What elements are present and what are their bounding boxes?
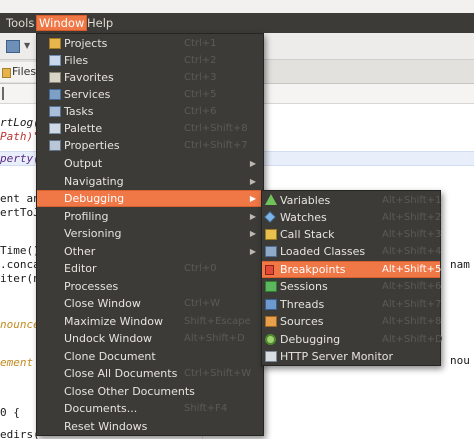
code-line: ement [0, 356, 34, 369]
code-line: iter(n [0, 272, 40, 285]
menu-item-sessions[interactable]: Sessions Alt+Shift+6 [262, 278, 441, 295]
menu-item-undock-window[interactable]: Undock Window Alt+Shift+D [37, 330, 263, 347]
window-menu: Projects Ctrl+1 Files Ctrl+2 Favorites Ctrl… [36, 33, 264, 436]
submenu-arrow-icon: ▶ [249, 247, 256, 256]
tab-files[interactable]: Files [0, 62, 40, 82]
menu-item-tasks[interactable]: Tasks Ctrl+6 [37, 103, 263, 120]
menu-item-output[interactable]: Output ▶ [37, 155, 263, 172]
submenu-arrow-icon: ▶ [249, 212, 256, 221]
menu-item-profiling[interactable]: Profiling ▶ [37, 208, 263, 225]
menu-item-properties[interactable]: Properties Ctrl+Shift+7 [37, 137, 263, 154]
menu-item-debugging[interactable]: Debugging ▶ [37, 190, 263, 207]
variables-icon [265, 194, 277, 205]
menu-item-loaded-classes[interactable]: Loaded Classes Alt+Shift+4 [262, 243, 441, 260]
menu-tools[interactable]: Tools [4, 15, 36, 31]
code-line: Time() [0, 244, 40, 257]
code-line: Path)" [0, 130, 40, 143]
services-icon [49, 89, 61, 100]
menu-item-processes[interactable]: Processes [37, 278, 263, 295]
code-line: perty( [0, 152, 40, 165]
toolbar-dropdown-icon[interactable]: ▼ [24, 41, 30, 50]
menu-item-versioning[interactable]: Versioning ▶ [37, 225, 263, 242]
menu-help[interactable]: Help [85, 15, 115, 31]
projects-icon [49, 38, 61, 49]
menu-item-palette[interactable]: Palette Ctrl+Shift+8 [37, 120, 263, 137]
favorites-icon [49, 72, 61, 83]
menu-item-close-other-documents[interactable]: Close Other Documents [37, 383, 263, 400]
threads-icon [265, 299, 277, 310]
editor-toolbar-grip-icon [2, 87, 4, 100]
code-line: ertToJ [0, 206, 40, 219]
menu-item-http-server-monitor[interactable]: HTTP Server Monitor [262, 348, 440, 365]
menu-item-documents[interactable]: Documents... Shift+F4 [37, 400, 263, 417]
tasks-icon [49, 106, 61, 117]
debugging-submenu: Variables Alt+Shift+1 Watches Alt+Shift+2 … [261, 190, 443, 366]
code-line-right: nou [450, 354, 470, 367]
menu-item-close-all-documents[interactable]: Close All Documents Ctrl+Shift+W [37, 365, 263, 382]
code-line: ent an [0, 192, 40, 205]
sessions-icon [265, 281, 277, 292]
watches-icon [264, 211, 276, 223]
menu-item-maximize-window[interactable]: Maximize Window Shift+Escape [37, 313, 263, 330]
menu-item-call-stack[interactable]: Call Stack Alt+Shift+3 [262, 226, 441, 243]
menu-item-navigating[interactable]: Navigating ▶ [37, 173, 263, 190]
menu-item-files[interactable]: Files Ctrl+2 [37, 52, 263, 69]
top-strip [0, 0, 474, 13]
menu-item-close-window[interactable]: Close Window Ctrl+W [37, 295, 263, 312]
palette-icon [49, 123, 61, 134]
menu-item-editor[interactable]: Editor Ctrl+0 [37, 260, 263, 277]
files-icon [49, 55, 61, 66]
submenu-arrow-icon: ▶ [249, 194, 256, 203]
menu-item-watches[interactable]: Watches Alt+Shift+2 [262, 209, 441, 226]
menu-window[interactable]: Window [36, 15, 88, 31]
sources-icon [265, 316, 277, 327]
menu-item-breakpoints[interactable]: Breakpoints Alt+Shift+5 [262, 261, 441, 278]
menu-item-variables[interactable]: Variables Alt+Shift+1 [262, 192, 441, 209]
debugging-icon [265, 334, 276, 345]
menu-item-services[interactable]: Services Ctrl+5 [37, 86, 263, 103]
menu-item-debugging-window[interactable]: Debugging Alt+Shift+D [262, 331, 443, 348]
menu-item-projects[interactable]: Projects Ctrl+1 [37, 35, 263, 52]
submenu-arrow-icon: ▶ [249, 229, 256, 238]
menu-bar: Tools Window Help [0, 13, 474, 33]
menu-item-favorites[interactable]: Favorites Ctrl+3 [37, 69, 263, 86]
http-server-monitor-icon [265, 351, 277, 362]
menu-item-other[interactable]: Other ▶ [37, 243, 263, 260]
submenu-arrow-icon: ▶ [249, 159, 256, 168]
toolbar-project-icon[interactable] [6, 40, 20, 53]
code-line: 0 { [0, 406, 20, 419]
loaded-classes-icon [265, 246, 277, 257]
call-stack-icon [265, 229, 277, 240]
menu-item-reset-windows[interactable]: Reset Windows [37, 418, 263, 435]
menu-item-sources[interactable]: Sources Alt+Shift+8 [262, 313, 441, 330]
breakpoints-icon [265, 265, 274, 275]
code-line: edirs( [0, 428, 40, 439]
code-line: .conca [0, 258, 40, 271]
submenu-arrow-icon: ▶ [249, 177, 256, 186]
menu-item-clone-document[interactable]: Clone Document [37, 348, 263, 365]
code-line: nounce [0, 318, 40, 331]
code-line-right: nam [450, 258, 470, 271]
menu-item-threads[interactable]: Threads Alt+Shift+7 [262, 296, 441, 313]
properties-icon [49, 140, 61, 151]
